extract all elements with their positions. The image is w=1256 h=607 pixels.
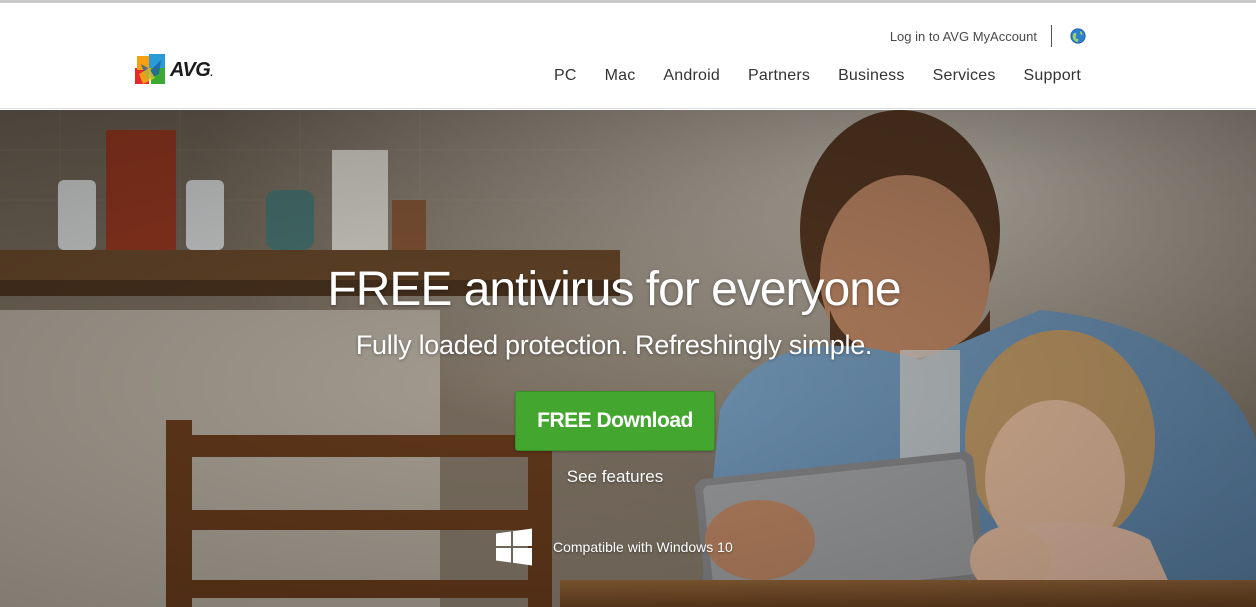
hero-title: FREE antivirus for everyone: [327, 263, 901, 316]
nav-item-services[interactable]: Services: [933, 67, 996, 85]
main-nav: PC Mac Android Partners Business Service…: [526, 67, 1081, 85]
compatibility-text: Compatible with Windows 10: [553, 539, 733, 555]
windows-icon: [496, 528, 532, 566]
avg-logo-icon: [135, 54, 165, 84]
nav-item-partners[interactable]: Partners: [748, 67, 810, 85]
account-divider: [1051, 25, 1052, 47]
nav-item-pc[interactable]: PC: [554, 67, 577, 85]
globe-icon[interactable]: [1070, 28, 1086, 44]
nav-item-android[interactable]: Android: [663, 67, 720, 85]
see-features-link[interactable]: See features: [515, 467, 715, 487]
windows-compatibility: Compatible with Windows 10: [495, 528, 733, 566]
hero-subtitle: Fully loaded protection. Refreshingly si…: [355, 330, 873, 360]
nav-item-business[interactable]: Business: [838, 67, 905, 85]
site-header: AVG. Log in to AVG MyAccount PC Mac Andr…: [0, 3, 1256, 109]
logo-text: AVG.: [170, 58, 213, 81]
nav-item-mac[interactable]: Mac: [605, 67, 636, 85]
free-download-button[interactable]: FREE Download: [515, 391, 715, 451]
login-link[interactable]: Log in to AVG MyAccount: [890, 29, 1051, 44]
nav-item-support[interactable]: Support: [1024, 67, 1081, 85]
avg-logo[interactable]: AVG.: [135, 53, 213, 87]
account-bar: Log in to AVG MyAccount: [890, 25, 1086, 47]
hero-section: FREE antivirus for everyone Fully loaded…: [0, 110, 1256, 607]
